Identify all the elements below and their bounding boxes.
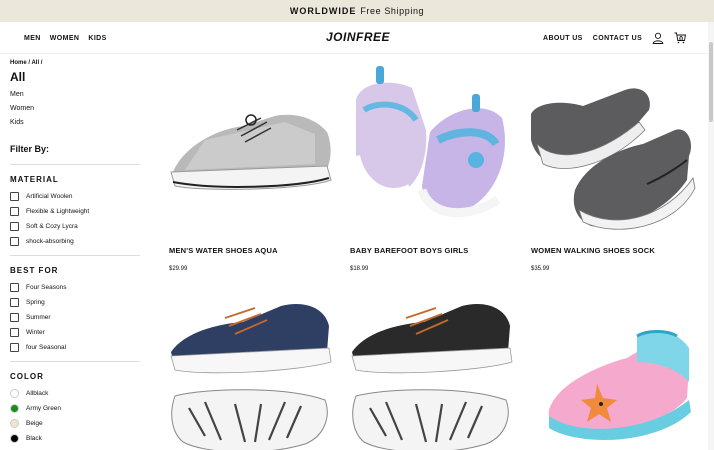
checkbox[interactable]	[10, 283, 19, 292]
filter-option[interactable]: Soft & Cozy Lycra	[10, 219, 140, 234]
color-filter: COLOR Allblack Army Green Beige Black	[10, 362, 140, 450]
product-grid: MEN'S WATER SHOES AQUA $29.99 BABY BAREF…	[165, 60, 705, 450]
user-icon[interactable]	[652, 32, 664, 44]
nav-men[interactable]: MEN	[24, 35, 41, 42]
color-swatch[interactable]	[10, 404, 19, 413]
scrollbar-thumb[interactable]	[709, 42, 713, 122]
product-image[interactable]	[346, 296, 518, 450]
checkbox[interactable]	[10, 192, 19, 201]
product-image[interactable]	[527, 296, 699, 450]
color-title: COLOR	[10, 372, 44, 381]
filter-option[interactable]: Four Seasons	[10, 280, 140, 295]
filter-option[interactable]: shock-absorbing	[10, 234, 140, 249]
filter-option[interactable]: Winter	[10, 325, 140, 340]
announcement-text: Free Shipping	[360, 6, 425, 16]
site-logo[interactable]: JOINFREE	[326, 30, 390, 44]
product-image[interactable]	[165, 60, 337, 232]
product-image[interactable]	[527, 60, 699, 232]
cart-count: 0	[679, 36, 684, 43]
cart-icon[interactable]: 0	[674, 32, 687, 44]
option-label: Summer	[26, 314, 51, 321]
secondary-nav: ABOUT US CONTACT US 0	[543, 22, 687, 54]
checkbox[interactable]	[10, 237, 19, 246]
material-title: MATERIAL	[10, 175, 59, 184]
option-label: Winter	[26, 329, 45, 336]
checkbox[interactable]	[10, 313, 19, 322]
nav-women[interactable]: WOMEN	[50, 35, 80, 42]
category-link-men[interactable]: Men	[10, 91, 140, 98]
option-label: Black	[26, 435, 42, 442]
site-header: MEN WOMEN KIDS JOINFREE ABOUT US CONTACT…	[0, 22, 714, 54]
best-for-title: BEST FOR	[10, 266, 59, 275]
option-label: Four Seasons	[26, 284, 67, 291]
filter-option[interactable]: four Seasonal	[10, 340, 140, 355]
product-name[interactable]: MEN'S WATER SHOES AQUA	[169, 246, 278, 255]
option-label: Spring	[26, 299, 45, 306]
filter-option[interactable]: Summer	[10, 310, 140, 325]
product-image[interactable]	[165, 296, 337, 450]
checkbox[interactable]	[10, 298, 19, 307]
option-label: Soft & Cozy Lycra	[26, 223, 78, 230]
breadcrumb[interactable]: Home / All /	[10, 60, 140, 66]
product-price: $29.99	[169, 266, 188, 272]
category-link-women[interactable]: Women	[10, 105, 140, 112]
checkbox[interactable]	[10, 328, 19, 337]
announcement-strong: WORLDWIDE	[289, 6, 357, 16]
option-label: Beige	[26, 420, 43, 427]
option-label: Artificial Woolen	[26, 193, 73, 200]
checkbox[interactable]	[10, 207, 19, 216]
nav-contact-us[interactable]: CONTACT US	[593, 35, 642, 42]
color-option[interactable]: Black	[10, 431, 140, 446]
product-name[interactable]: BABY BAREFOOT BOYS GIRLS	[350, 246, 468, 255]
filter-sidebar: Home / All / All Men Women Kids Filter B…	[10, 60, 140, 450]
product-name[interactable]: WOMEN WALKING SHOES SOCK	[531, 246, 655, 255]
nav-kids[interactable]: KIDS	[88, 35, 106, 42]
product-image[interactable]	[346, 60, 518, 232]
color-option[interactable]: Beige	[10, 416, 140, 431]
checkbox[interactable]	[10, 222, 19, 231]
color-swatch[interactable]	[10, 389, 19, 398]
option-label: shock-absorbing	[26, 238, 74, 245]
filter-option[interactable]: Flexible & Lightweight	[10, 204, 140, 219]
material-filter: MATERIAL Artificial Woolen Flexible & Li…	[10, 165, 140, 256]
checkbox[interactable]	[10, 343, 19, 352]
category-link-kids[interactable]: Kids	[10, 119, 140, 126]
filter-option[interactable]: Spring	[10, 295, 140, 310]
filter-by-heading: Filter By:	[10, 144, 140, 165]
filter-option[interactable]: Artificial Woolen	[10, 189, 140, 204]
nav-about-us[interactable]: ABOUT US	[543, 35, 583, 42]
best-for-filter: BEST FOR Four Seasons Spring Summer Wint…	[10, 256, 140, 362]
color-option[interactable]: Army Green	[10, 401, 140, 416]
option-label: four Seasonal	[26, 344, 67, 351]
option-label: Flexible & Lightweight	[26, 208, 90, 215]
category-title: All	[10, 70, 26, 84]
color-swatch[interactable]	[10, 419, 19, 428]
page-scrollbar[interactable]	[708, 22, 714, 450]
main-nav: MEN WOMEN KIDS	[24, 22, 107, 54]
announcement-bar: WORLDWIDE Free Shipping	[0, 0, 714, 22]
option-label: Allblack	[26, 390, 49, 397]
option-label: Army Green	[26, 405, 62, 412]
product-price: $35.99	[531, 266, 550, 272]
color-swatch[interactable]	[10, 434, 19, 443]
product-price: $18.99	[350, 266, 369, 272]
color-option[interactable]: Allblack	[10, 386, 140, 401]
